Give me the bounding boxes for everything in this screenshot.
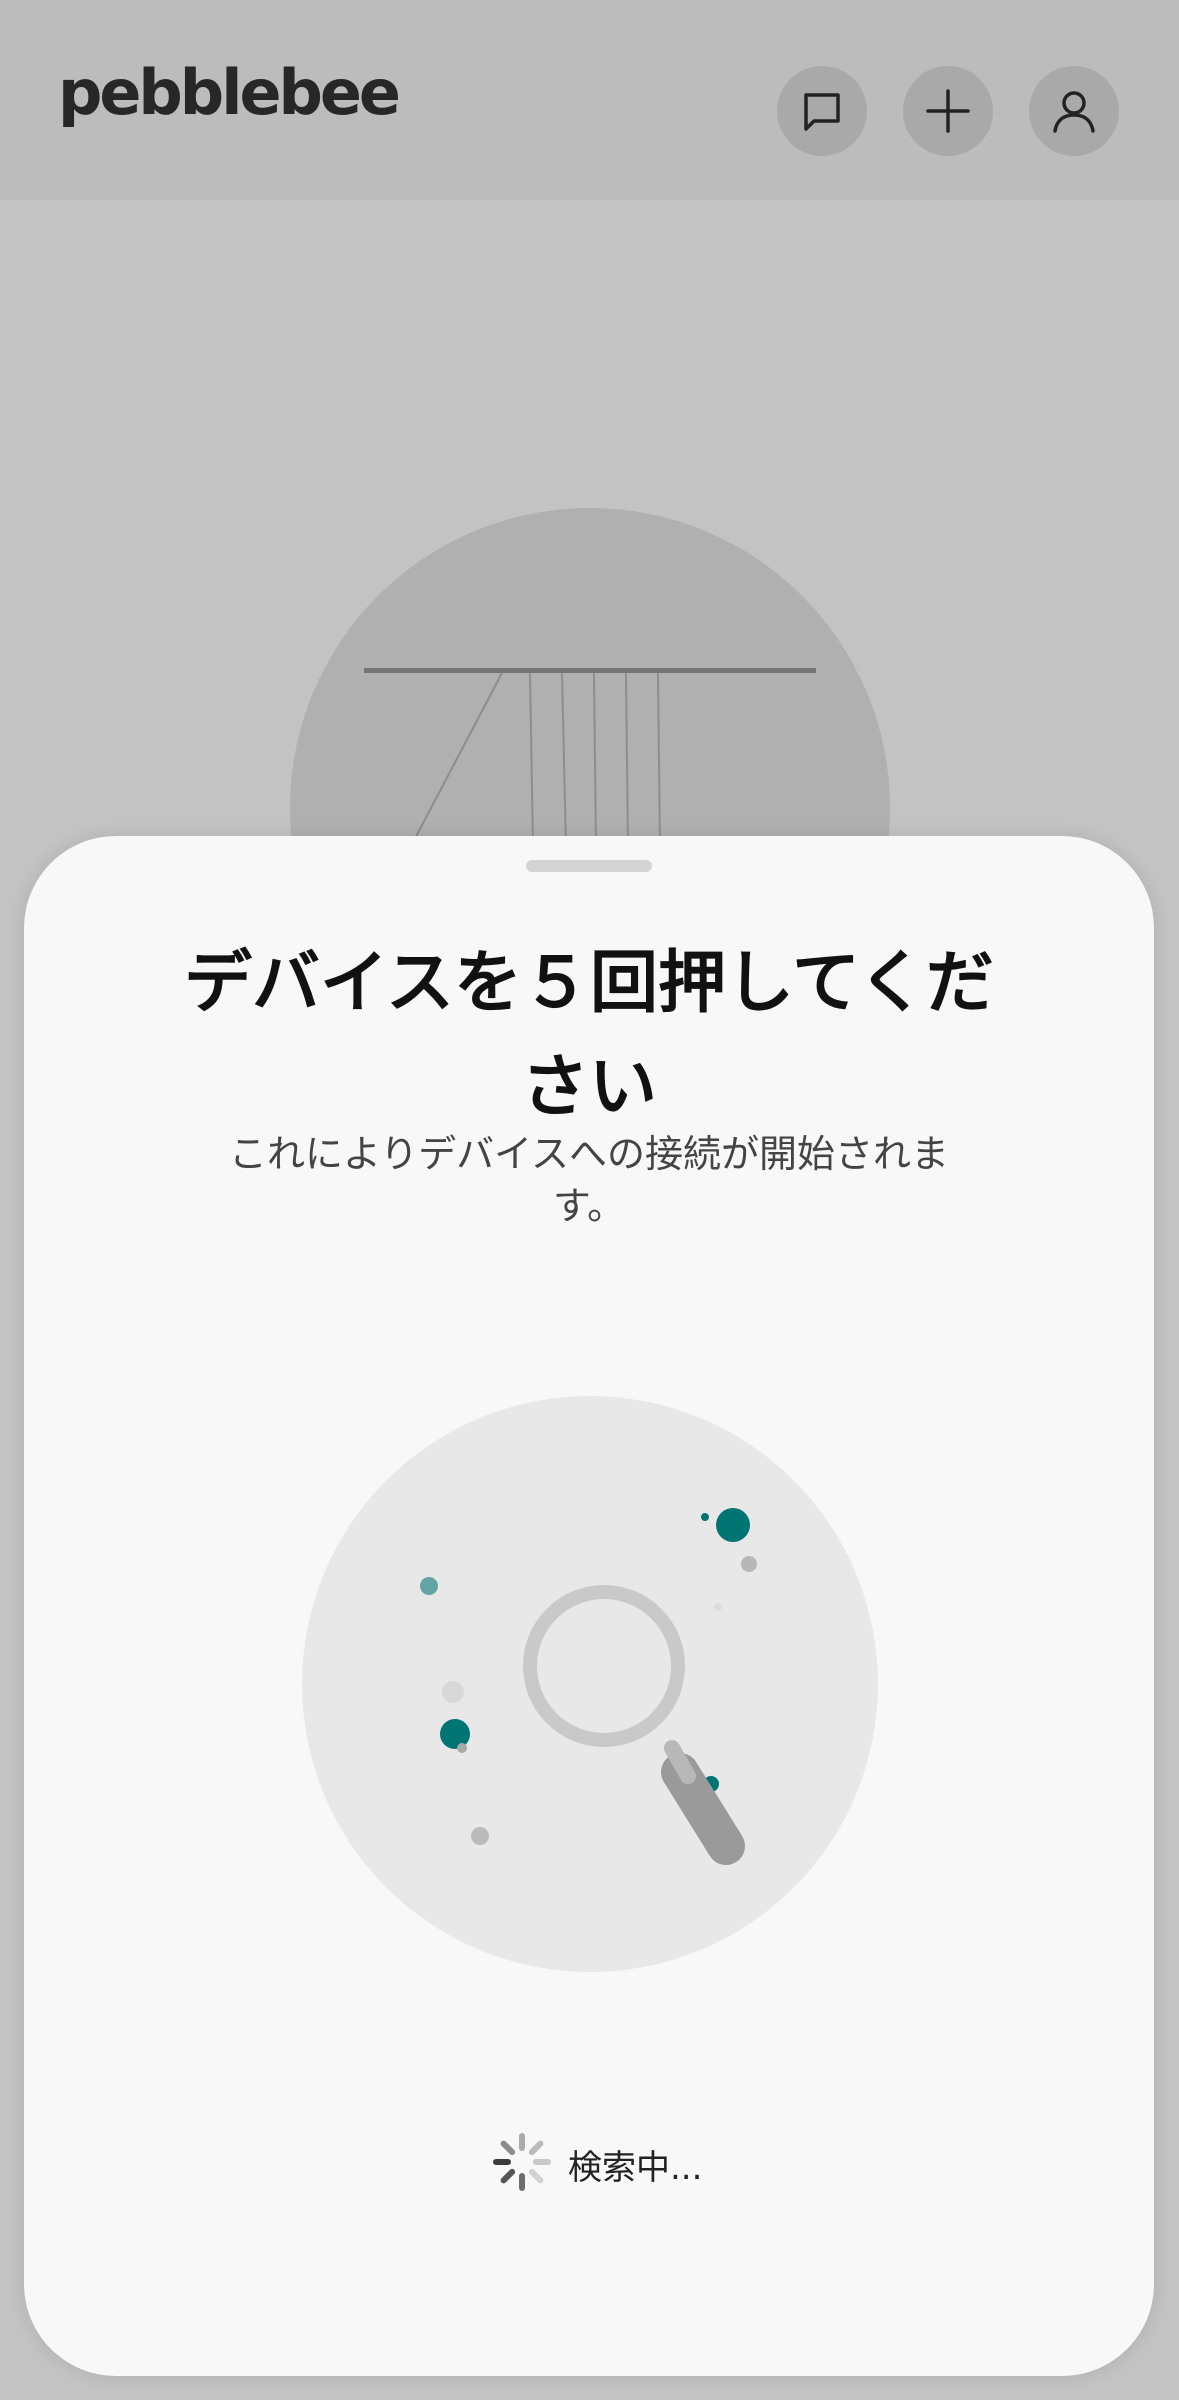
search-illustration xyxy=(302,1396,878,1972)
sheet-title: デバイスを５回押してください xyxy=(184,944,994,1127)
chat-icon xyxy=(798,87,846,135)
chat-button[interactable] xyxy=(777,66,867,156)
pairing-bottom-sheet: デバイスを５回押してください これによりデバイスへの接続が開始されます。 検索中… xyxy=(24,836,1154,2376)
add-device-button[interactable] xyxy=(903,66,993,156)
profile-button[interactable] xyxy=(1029,66,1119,156)
profile-icon xyxy=(1049,86,1099,136)
pebblebee-logo: pebblebee xyxy=(58,56,401,129)
sheet-subtitle: これによりデバイスへの接続が開始されます。 xyxy=(228,1132,950,1228)
app-header: pebblebee xyxy=(0,0,1179,200)
magnifier-icon xyxy=(420,1508,757,1865)
spinner-icon xyxy=(490,2130,554,2198)
search-status: 検索中... xyxy=(490,2132,702,2196)
status-label: 検索中... xyxy=(568,2147,703,2188)
sheet-drag-handle[interactable] xyxy=(526,860,652,872)
plus-icon xyxy=(924,87,972,135)
